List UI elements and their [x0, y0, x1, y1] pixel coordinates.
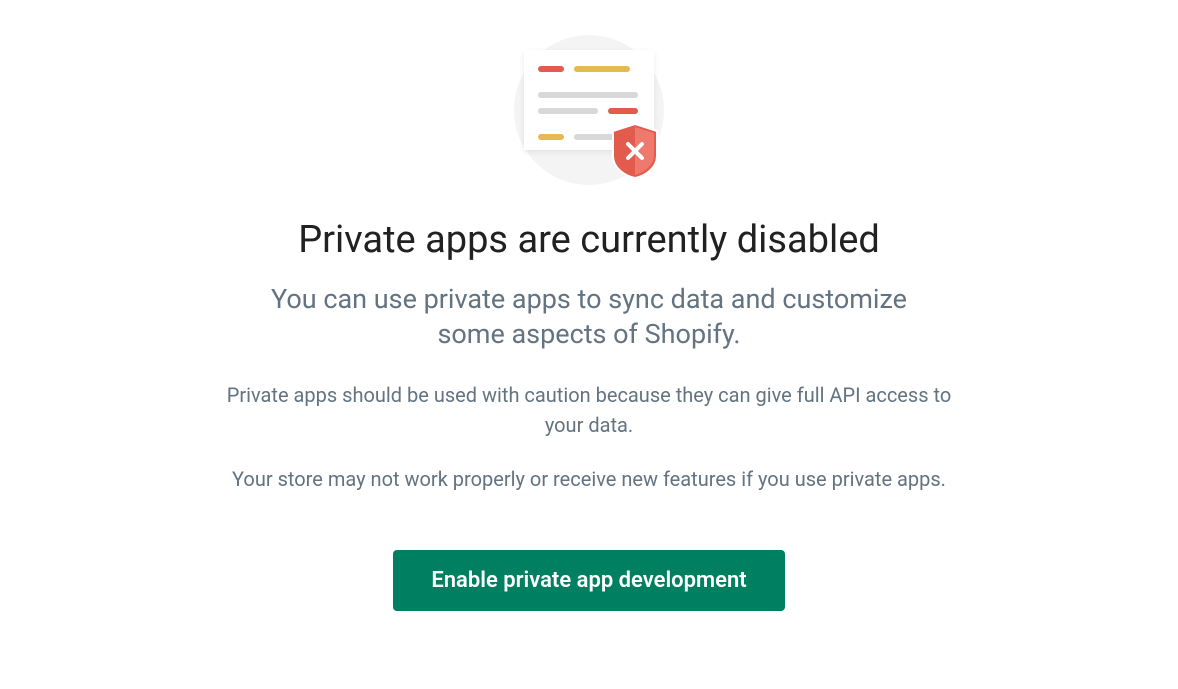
document-shield-illustration [509, 30, 669, 190]
enable-private-app-button[interactable]: Enable private app development [393, 550, 784, 611]
doc-line [538, 92, 638, 98]
page-heading: Private apps are currently disabled [298, 218, 880, 262]
caution-text: Private apps should be used with caution… [219, 380, 959, 440]
doc-line [574, 66, 630, 72]
doc-line [538, 134, 564, 140]
warning-text: Your store may not work properly or rece… [232, 464, 946, 494]
shield-x-icon [609, 122, 661, 180]
doc-line [538, 66, 564, 72]
doc-line [538, 108, 598, 114]
page-subheading: You can use private apps to sync data an… [239, 282, 939, 352]
doc-line [608, 108, 638, 114]
